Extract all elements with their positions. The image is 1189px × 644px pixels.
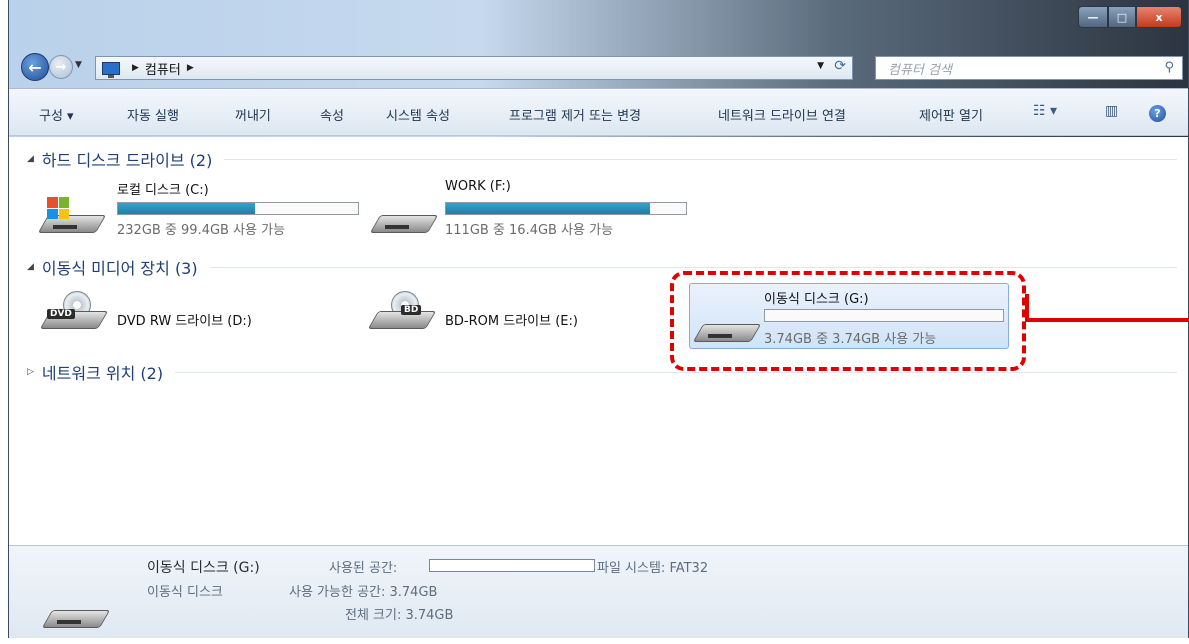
address-bar[interactable]: ▶ 컴퓨터 ▶ ▼ ⟳ xyxy=(95,56,853,80)
search-input[interactable]: 컴퓨터 검색 ⚲ xyxy=(875,56,1183,80)
recent-pages-dropdown-icon[interactable]: ▼ xyxy=(75,60,82,70)
drive-name: WORK (F:) xyxy=(445,179,511,194)
map-network-drive-button[interactable]: 네트워크 드라이브 연결 xyxy=(718,105,846,124)
eject-button[interactable]: 꺼내기 xyxy=(235,105,271,124)
refresh-icon[interactable]: ⟳ xyxy=(834,58,846,74)
details-file-system: 파일 시스템: FAT32 xyxy=(597,561,709,576)
help-icon[interactable]: ? xyxy=(1149,105,1166,122)
details-free-space: 사용 가능한 공간: 3.74GB xyxy=(289,585,438,600)
view-options-icon[interactable]: ☷ ▾ xyxy=(1033,103,1057,119)
group-divider xyxy=(209,266,1177,268)
usage-fill xyxy=(446,203,650,214)
title-bar: — □ x xyxy=(9,0,1188,46)
usage-fill xyxy=(118,203,255,214)
drive-name: DVD RW 드라이브 (D:) xyxy=(117,314,252,329)
group-header-hard-disks[interactable]: ◢ 하드 디스크 드라이브 (2) xyxy=(27,148,1177,170)
autoplay-button[interactable]: 자동 실행 xyxy=(127,105,179,124)
uninstall-program-button[interactable]: 프로그램 제거 또는 변경 xyxy=(509,105,641,124)
drive-free-space: 111GB 중 16.4GB 사용 가능 xyxy=(445,223,614,238)
expand-triangle-icon[interactable]: ▷ xyxy=(27,367,34,377)
back-button[interactable]: ← xyxy=(21,53,49,81)
drive-item-c[interactable]: 로컬 디스크 (C:) 232GB 중 99.4GB 사용 가능 xyxy=(37,177,359,243)
drive-name: BD-ROM 드라이브 (E:) xyxy=(445,314,578,329)
search-icon[interactable]: ⚲ xyxy=(1164,60,1174,75)
bd-badge: BD xyxy=(401,305,422,315)
drive-item-d[interactable]: DVD DVD RW 드라이브 (D:) xyxy=(39,285,339,351)
close-button[interactable]: x xyxy=(1136,6,1182,28)
details-pane: 이동식 디스크 (G:) 이동식 디스크 사용된 공간: 파일 시스템: FAT… xyxy=(9,545,1188,638)
group-divider xyxy=(224,158,1177,160)
dvd-drive-icon: DVD xyxy=(39,291,109,331)
group-label: 하드 디스크 드라이브 (2) xyxy=(41,151,213,170)
windows-logo-icon xyxy=(47,197,69,219)
open-control-panel-button[interactable]: 제어판 열기 xyxy=(919,105,983,124)
preview-pane-icon[interactable]: ▥ xyxy=(1105,103,1118,119)
details-used-label: 사용된 공간: xyxy=(329,561,398,576)
drive-item-f[interactable]: WORK (F:) 111GB 중 16.4GB 사용 가능 xyxy=(369,177,689,243)
details-total-size: 전체 크기: 3.74GB xyxy=(345,608,454,623)
drive-free-space: 232GB 중 99.4GB 사용 가능 xyxy=(117,223,286,238)
window-controls: — □ x xyxy=(1078,6,1182,28)
group-label: 이동식 미디어 장치 (3) xyxy=(41,259,198,278)
drive-name: 로컬 디스크 (C:) xyxy=(117,183,209,198)
bd-drive-icon: BD xyxy=(367,291,437,331)
details-usage-bar xyxy=(429,559,595,572)
drive-usage-bar xyxy=(117,202,359,215)
annotation-callout-line xyxy=(1027,318,1189,322)
command-bar: 구성 ▾ 자동 실행 꺼내기 속성 시스템 속성 프로그램 제거 또는 변경 네… xyxy=(9,88,1188,136)
organize-button[interactable]: 구성 ▾ xyxy=(39,105,74,124)
computer-icon xyxy=(102,61,120,78)
collapse-triangle-icon[interactable]: ◢ xyxy=(27,262,34,272)
local-disk-icon xyxy=(37,195,107,235)
maximize-button[interactable]: □ xyxy=(1108,6,1136,28)
annotation-dashed-highlight xyxy=(670,271,1026,371)
breadcrumb-chevron-icon[interactable]: ▶ xyxy=(187,63,194,73)
address-row: ← → ▼ ▶ 컴퓨터 ▶ ▼ ⟳ 컴퓨터 검색 ⚲ xyxy=(9,48,1188,88)
breadcrumb-chevron-icon[interactable]: ▶ xyxy=(132,63,139,73)
hard-disk-icon xyxy=(369,195,439,235)
dvd-badge: DVD xyxy=(47,309,75,319)
back-arrow-icon: ← xyxy=(28,57,42,77)
search-placeholder: 컴퓨터 검색 xyxy=(888,62,952,78)
forward-arrow-icon: → xyxy=(55,59,67,75)
details-drive-type: 이동식 디스크 xyxy=(147,585,223,600)
collapse-triangle-icon[interactable]: ◢ xyxy=(27,154,34,164)
details-drive-name: 이동식 디스크 (G:) xyxy=(147,560,260,576)
group-divider xyxy=(175,371,1177,373)
group-label: 네트워크 위치 (2) xyxy=(41,364,164,383)
minimize-button[interactable]: — xyxy=(1078,6,1108,28)
forward-button[interactable]: → xyxy=(49,55,73,79)
breadcrumb-computer[interactable]: 컴퓨터 xyxy=(145,59,181,78)
address-dropdown-icon[interactable]: ▼ xyxy=(817,61,824,71)
drive-item-e[interactable]: BD BD-ROM 드라이브 (E:) xyxy=(367,285,669,351)
removable-disk-icon xyxy=(41,590,111,630)
properties-button[interactable]: 속성 xyxy=(320,105,344,124)
drive-usage-bar xyxy=(445,202,687,215)
system-properties-button[interactable]: 시스템 속성 xyxy=(386,105,450,124)
